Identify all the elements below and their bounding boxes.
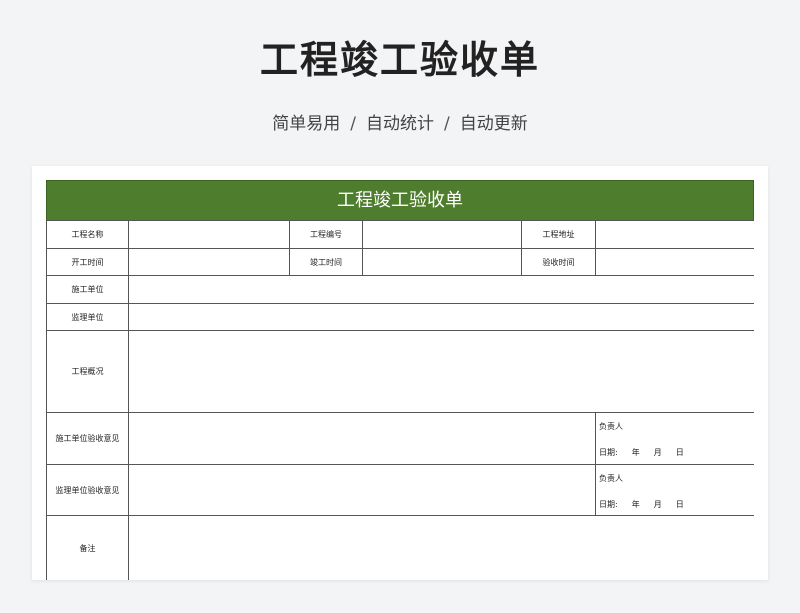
table-row: 施工单位 — [46, 275, 754, 304]
table-row: 工程名称 工程编号 工程地址 — [46, 220, 754, 249]
table-row: 监理单位验收意见 负责人 日期: 年 月 日 — [46, 464, 754, 516]
cell-completion-time[interactable] — [362, 248, 522, 276]
form-card: 工程竣工验收单 工程名称 工程编号 工程地址 开工时间 竣工时间 验收时间 施工… — [32, 166, 768, 580]
subtitle-part-update: 自动更新 — [459, 114, 528, 134]
label-construction-unit: 施工单位 — [46, 275, 129, 304]
month-label: 月 — [653, 500, 662, 509]
page-title: 工程竣工验收单 — [259, 38, 540, 82]
year-label: 年 — [631, 500, 640, 509]
cell-project-number[interactable] — [362, 220, 522, 249]
label-acceptance-time: 验收时间 — [521, 248, 596, 276]
form-title-banner: 工程竣工验收单 — [46, 180, 754, 221]
cell-project-name[interactable] — [128, 220, 290, 249]
table-row: 备注 — [46, 515, 754, 580]
date-label: 日期: — [599, 500, 618, 509]
label-start-time: 开工时间 — [46, 248, 129, 276]
year-label: 年 — [631, 448, 640, 457]
cell-project-overview[interactable] — [128, 330, 754, 413]
label-project-number: 工程编号 — [289, 220, 363, 249]
subtitle-separator: / — [350, 114, 356, 134]
label-construction-opinion: 施工单位验收意见 — [46, 412, 129, 465]
label-remarks: 备注 — [46, 515, 129, 580]
signature-cell-supervision[interactable]: 负责人 日期: 年 月 日 — [595, 464, 754, 516]
table-row: 施工单位验收意见 负责人 日期: 年 月 日 — [46, 412, 754, 465]
signature-cell-construction[interactable]: 负责人 日期: 年 月 日 — [595, 412, 754, 465]
cell-construction-opinion[interactable] — [128, 412, 596, 465]
date-label: 日期: — [599, 448, 618, 457]
cell-acceptance-time[interactable] — [595, 248, 754, 276]
table-row: 开工时间 竣工时间 验收时间 — [46, 248, 754, 276]
table-row: 监理单位 — [46, 303, 754, 331]
responsible-label: 负责人 — [599, 474, 623, 483]
acceptance-sheet: 工程竣工验收单 工程名称 工程编号 工程地址 开工时间 竣工时间 验收时间 施工… — [46, 180, 754, 580]
label-supervision-unit: 监理单位 — [46, 303, 129, 331]
day-label: 日 — [675, 448, 684, 457]
acceptance-form-table: 工程名称 工程编号 工程地址 开工时间 竣工时间 验收时间 施工单位 监理单位 … — [46, 220, 754, 580]
cell-supervision-unit[interactable] — [128, 303, 754, 331]
label-completion-time: 竣工时间 — [289, 248, 363, 276]
cell-project-address[interactable] — [595, 220, 754, 249]
subtitle: 简单易用 / 自动统计 / 自动更新 — [0, 110, 800, 138]
cell-start-time[interactable] — [128, 248, 290, 276]
label-supervision-opinion: 监理单位验收意见 — [46, 464, 129, 516]
month-label: 月 — [653, 448, 662, 457]
cell-remarks[interactable] — [128, 515, 754, 580]
subtitle-separator: / — [444, 114, 450, 134]
responsible-label: 负责人 — [599, 422, 623, 431]
subtitle-part-stats: 自动统计 — [366, 114, 434, 134]
cell-supervision-opinion[interactable] — [128, 464, 596, 516]
label-project-name: 工程名称 — [46, 220, 129, 249]
label-project-address: 工程地址 — [521, 220, 596, 249]
table-row: 工程概况 — [46, 330, 754, 413]
subtitle-part-easy: 简单易用 — [272, 114, 341, 134]
date-line: 日期: 年 月 日 — [599, 447, 684, 458]
day-label: 日 — [675, 500, 684, 509]
label-project-overview: 工程概况 — [46, 330, 129, 413]
date-line: 日期: 年 月 日 — [599, 499, 684, 510]
cell-construction-unit[interactable] — [128, 275, 754, 304]
